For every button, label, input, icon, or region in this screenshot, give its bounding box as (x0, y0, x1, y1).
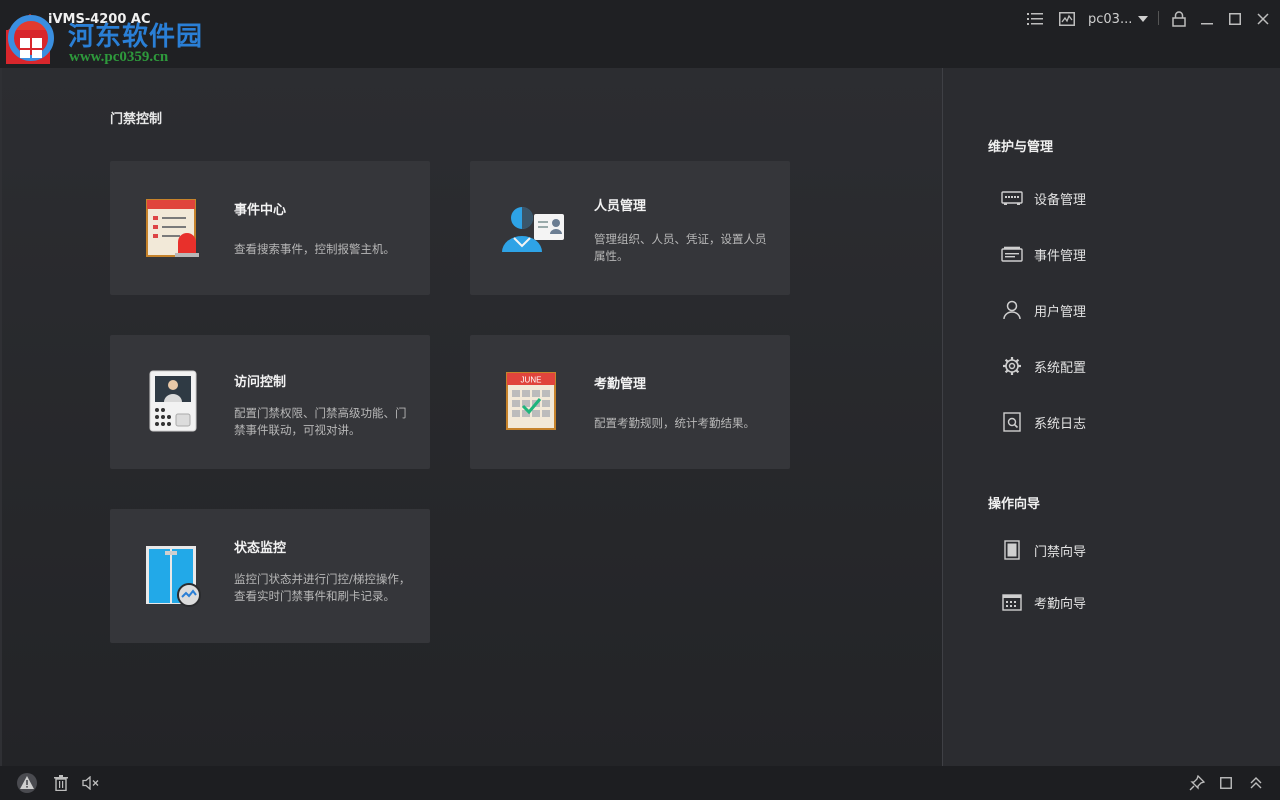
card-access-control[interactable]: 访问控制 配置门禁权限、门禁高级功能、门禁事件联动，可视对讲。 (110, 335, 430, 469)
titlebar-separator (1158, 11, 1159, 25)
attendance-icon: JUNE (500, 368, 566, 434)
card-status-monitor[interactable]: 状态监控 监控门状态并进行门控/梯控操作，查看实时门禁事件和刷卡记录。 (110, 509, 430, 643)
sidebar-item-label: 设备管理 (1034, 192, 1087, 208)
sidebar-item-device-management[interactable]: 设备管理 (1001, 186, 1086, 210)
chevron-down-icon (1138, 16, 1149, 22)
card-person-management[interactable]: 人员管理 管理组织、人员、凭证，设置人员属性。 (470, 161, 790, 295)
sidebar-item-label: 考勤向导 (1034, 596, 1087, 612)
card-attendance[interactable]: JUNE 考勤管理 配置考勤规则，统计考勤结果。 (470, 335, 790, 469)
card-title: 考勤管理 (594, 377, 647, 392)
card-description: 管理组织、人员、凭证，设置人员属性。 (594, 232, 767, 263)
card-description: 配置考勤规则，统计考勤结果。 (594, 416, 755, 430)
sidebar-item-attendance-guide[interactable]: 考勤向导 (1001, 590, 1086, 614)
list-icon[interactable] (1024, 8, 1046, 30)
title-bar: iVMS-4200 AC 河东软件园 www.pc0359.cn pc03... (0, 0, 1280, 68)
watermark: 河东软件园 www.pc0359.cn (2, 6, 222, 68)
mute-icon[interactable] (80, 772, 102, 794)
sidebar-item-label: 门禁向导 (1034, 544, 1087, 560)
user-menu[interactable]: pc03... (1088, 9, 1149, 29)
watermark-title: 河东软件园 (68, 22, 204, 52)
sidebar-item-system-config[interactable]: 系统配置 (1001, 354, 1086, 378)
username-label: pc03... (1088, 11, 1133, 27)
warning-icon[interactable] (16, 772, 38, 794)
section-title: 门禁控制 (110, 112, 163, 127)
person-management-icon (500, 194, 566, 260)
calendar-icon (1001, 591, 1023, 613)
lock-icon[interactable] (1168, 8, 1190, 30)
card-description: 配置门禁权限、门禁高级功能、门禁事件联动，可视对讲。 (234, 406, 407, 437)
maintenance-heading: 维护与管理 (988, 140, 1054, 155)
sidebar-item-user-management[interactable]: 用户管理 (1001, 298, 1086, 322)
card-description: 查看搜索事件，控制报警主机。 (234, 242, 395, 256)
device-icon (1001, 187, 1023, 209)
calendar-month-label: JUNE (521, 376, 542, 385)
card-title: 访问控制 (234, 375, 287, 390)
window-icon[interactable] (1215, 772, 1237, 794)
guide-heading: 操作向导 (988, 497, 1041, 512)
minimize-icon[interactable] (1196, 8, 1218, 30)
card-title: 状态监控 (234, 541, 287, 556)
watermark-logo-icon (6, 14, 54, 64)
event-icon (1001, 243, 1023, 265)
sidebar-item-label: 系统配置 (1034, 360, 1087, 376)
sidebar: 维护与管理 设备管理 事件管理 用户管理 系统配置 系统日志 操作向导 门禁向导… (943, 68, 1280, 766)
monitor-chart-icon[interactable] (1056, 8, 1078, 30)
card-title: 事件中心 (234, 203, 287, 218)
door-icon (1001, 539, 1023, 561)
trash-icon[interactable] (50, 772, 72, 794)
sidebar-item-event-management[interactable]: 事件管理 (1001, 242, 1086, 266)
log-icon (1001, 411, 1023, 433)
sidebar-item-door-guide[interactable]: 门禁向导 (1001, 538, 1086, 562)
status-bar (0, 766, 1280, 800)
sidebar-item-system-log[interactable]: 系统日志 (1001, 410, 1086, 434)
status-monitor-icon (140, 542, 206, 608)
collapse-up-icon[interactable] (1245, 772, 1267, 794)
watermark-url: www.pc0359.cn (69, 49, 169, 65)
gear-icon (1001, 355, 1023, 377)
close-icon[interactable] (1252, 8, 1274, 30)
pin-icon[interactable] (1186, 772, 1208, 794)
event-center-icon (140, 194, 206, 260)
card-title: 人员管理 (594, 199, 647, 214)
maximize-icon[interactable] (1224, 8, 1246, 30)
access-control-icon (140, 368, 206, 434)
sidebar-item-label: 系统日志 (1034, 416, 1087, 432)
sidebar-item-label: 事件管理 (1034, 248, 1087, 264)
user-icon (1001, 299, 1023, 321)
card-description: 监控门状态并进行门控/梯控操作，查看实时门禁事件和刷卡记录。 (234, 572, 411, 603)
card-event-center[interactable]: 事件中心 查看搜索事件，控制报警主机。 (110, 161, 430, 295)
sidebar-item-label: 用户管理 (1034, 304, 1087, 320)
main-panel: 门禁控制 事件中心 查看搜索事件，控制报警主机。 人员管理 管理组织、人员、凭证… (0, 68, 942, 766)
